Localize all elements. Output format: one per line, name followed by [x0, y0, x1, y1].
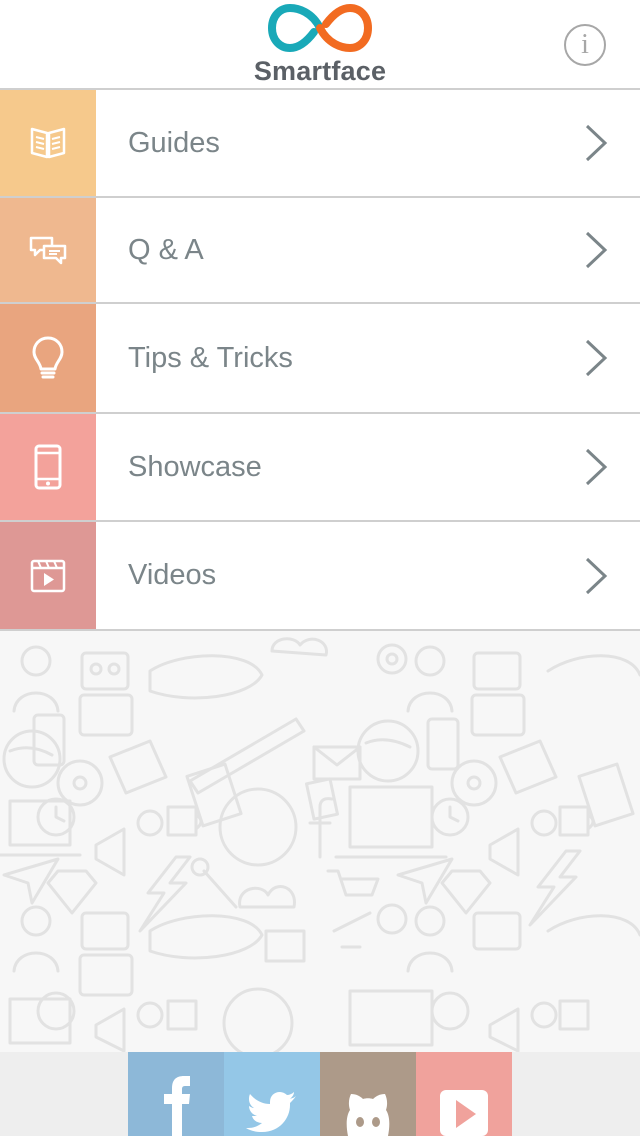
menu-item-qa[interactable]: Q & A: [0, 198, 640, 304]
brand-name: Smartface: [253, 56, 387, 86]
chevron-right-icon: [585, 231, 608, 269]
twitter-icon: [246, 1092, 296, 1132]
menu-tile-qa: [0, 198, 96, 302]
main-menu: Guides Q & A Tips & Tricks Showcase Vide…: [0, 90, 640, 631]
youtube-icon: [440, 1090, 488, 1136]
menu-label-tips-tricks: Tips & Tricks: [128, 341, 293, 374]
menu-item-videos[interactable]: Videos: [0, 522, 640, 631]
facebook-button[interactable]: [128, 1052, 224, 1136]
social-footer: [0, 1052, 640, 1136]
github-octocat-icon: [346, 1094, 390, 1136]
menu-item-guides[interactable]: Guides: [0, 90, 640, 198]
smartphone-icon: [34, 444, 62, 490]
open-book-icon: [30, 127, 66, 159]
menu-label-videos: Videos: [128, 559, 217, 591]
smartface-logo: Smartface: [250, 0, 390, 88]
doodle-background: [0, 631, 640, 1052]
youtube-button[interactable]: [416, 1052, 512, 1136]
header: Smartface i: [0, 0, 640, 90]
menu-tile-tips-tricks: [0, 304, 96, 412]
infinity-logo-icon: [268, 3, 372, 53]
menu-label-qa: Q & A: [128, 233, 204, 266]
chevron-right-icon: [585, 557, 608, 594]
menu-item-tips-tricks[interactable]: Tips & Tricks: [0, 304, 640, 414]
menu-item-showcase[interactable]: Showcase: [0, 414, 640, 522]
info-button[interactable]: i: [564, 24, 606, 66]
lightbulb-icon: [32, 336, 64, 379]
chevron-right-icon: [585, 339, 608, 377]
video-player-icon: [30, 559, 66, 592]
facebook-icon: [164, 1076, 190, 1136]
chat-bubbles-icon: [29, 236, 67, 265]
chevron-right-icon: [585, 448, 608, 486]
twitter-button[interactable]: [224, 1052, 320, 1136]
github-button[interactable]: [320, 1052, 416, 1136]
menu-label-showcase: Showcase: [128, 450, 262, 483]
menu-tile-showcase: [0, 414, 96, 520]
menu-tile-videos: [0, 522, 96, 629]
chevron-right-icon: [585, 124, 608, 162]
doodle-pattern-icon: [0, 637, 640, 1052]
menu-label-guides: Guides: [128, 126, 220, 159]
menu-tile-guides: [0, 90, 96, 196]
